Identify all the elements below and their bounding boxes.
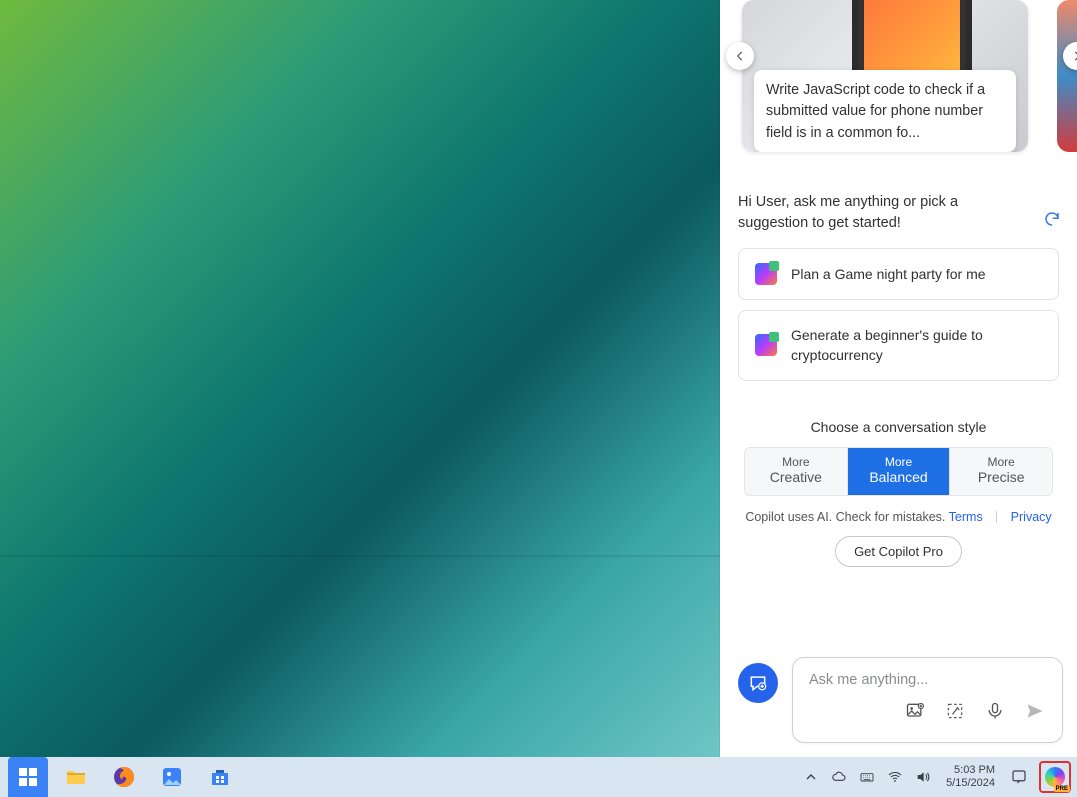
- taskbar-microsoft-store[interactable]: [200, 761, 240, 793]
- suggestion-item-crypto-guide[interactable]: Generate a beginner's guide to cryptocur…: [738, 310, 1059, 381]
- new-topic-button[interactable]: [738, 663, 778, 703]
- chat-input[interactable]: [793, 658, 1062, 692]
- suggestion-label: Generate a beginner's guide to cryptocur…: [791, 325, 1042, 366]
- get-copilot-pro-button[interactable]: Get Copilot Pro: [835, 536, 962, 567]
- refresh-icon: [1043, 210, 1061, 228]
- wifi-icon: [887, 769, 903, 785]
- send-icon: [1025, 701, 1045, 721]
- tray-copilot-button[interactable]: PRE: [1039, 761, 1071, 793]
- refresh-suggestions-button[interactable]: [1041, 208, 1063, 230]
- image-add-icon: [905, 701, 925, 721]
- taskbar-photos[interactable]: [152, 761, 192, 793]
- conversation-style-segmented: More Creative More Balanced More Precise: [744, 447, 1053, 496]
- copilot-panel: Write JavaScript code to check if a subm…: [720, 0, 1077, 757]
- carousel-prev-button[interactable]: [726, 42, 754, 70]
- style-option-balanced[interactable]: More Balanced: [847, 448, 950, 495]
- conversation-style-block: Choose a conversation style More Creativ…: [720, 391, 1077, 496]
- screenshot-icon: [945, 701, 965, 721]
- firefox-icon: [112, 765, 136, 789]
- suggestion-item-game-night[interactable]: Plan a Game night party for me: [738, 248, 1059, 300]
- carousel-card[interactable]: Write JavaScript code to check if a subm…: [742, 0, 1028, 152]
- style-line1: More: [988, 456, 1015, 469]
- suggestion-list: Plan a Game night party for me Generate …: [720, 240, 1077, 391]
- folder-icon: [64, 765, 88, 789]
- greeting-row: Hi User, ask me anything or pick a sugge…: [720, 160, 1077, 240]
- style-line2: Balanced: [869, 469, 927, 486]
- sparkle-icon: [755, 263, 777, 285]
- copilot-footer: Copilot uses AI. Check for mistakes. Ter…: [720, 496, 1077, 567]
- taskbar: 5:03 PM 5/15/2024 PRE: [0, 757, 1077, 797]
- send-button[interactable]: [1018, 694, 1052, 728]
- keyboard-icon: [859, 769, 875, 785]
- style-line1: More: [885, 456, 912, 469]
- style-option-precise[interactable]: More Precise: [949, 448, 1052, 495]
- taskbar-firefox[interactable]: [104, 761, 144, 793]
- tray-volume[interactable]: [912, 757, 934, 797]
- tray-network[interactable]: [884, 757, 906, 797]
- carousel-card-next-peek[interactable]: [1057, 0, 1077, 152]
- chat-plus-icon: [748, 673, 768, 693]
- speech-bubble-icon: [1010, 768, 1028, 786]
- tray-input-indicator[interactable]: [856, 757, 878, 797]
- chevron-right-icon: [1070, 49, 1077, 63]
- chat-tools: [793, 692, 1062, 736]
- windows-icon: [16, 765, 40, 789]
- disclaimer-text: Copilot uses AI. Check for mistakes.: [745, 510, 945, 524]
- conversation-style-label: Choose a conversation style: [744, 419, 1053, 435]
- desktop-wallpaper[interactable]: [0, 0, 720, 757]
- chat-input-row: [720, 647, 1077, 757]
- chat-input-box: [792, 657, 1063, 743]
- style-line2: Precise: [978, 469, 1025, 486]
- tray-date: 5/15/2024: [946, 777, 995, 790]
- screenshot-button[interactable]: [938, 694, 972, 728]
- chevron-left-icon: [733, 49, 747, 63]
- taskbar-start-button[interactable]: [8, 757, 48, 797]
- speaker-icon: [915, 769, 931, 785]
- tray-notifications[interactable]: [1007, 757, 1031, 797]
- tray-time: 5:03 PM: [954, 764, 995, 777]
- suggestion-label: Plan a Game night party for me: [791, 264, 1042, 284]
- copilot-pre-badge: PRE: [1054, 786, 1070, 792]
- system-tray: 5:03 PM 5/15/2024 PRE: [800, 757, 1077, 797]
- chevron-up-icon: [803, 769, 819, 785]
- store-icon: [208, 765, 232, 789]
- style-line1: More: [782, 456, 809, 469]
- carousel-card-text: Write JavaScript code to check if a subm…: [754, 70, 1016, 152]
- privacy-link[interactable]: Privacy: [1011, 510, 1052, 524]
- add-image-button[interactable]: [898, 694, 932, 728]
- tray-clock[interactable]: 5:03 PM 5/15/2024: [940, 764, 1001, 789]
- suggestion-carousel: Write JavaScript code to check if a subm…: [720, 0, 1077, 160]
- terms-link[interactable]: Terms: [949, 510, 983, 524]
- taskbar-pinned-apps: [0, 757, 240, 797]
- microphone-icon: [985, 701, 1005, 721]
- photos-icon: [160, 765, 184, 789]
- tray-onedrive[interactable]: [828, 757, 850, 797]
- cloud-icon: [831, 769, 847, 785]
- copilot-icon: [1045, 767, 1065, 787]
- style-option-creative[interactable]: More Creative: [745, 448, 847, 495]
- greeting-text: Hi User, ask me anything or pick a sugge…: [738, 192, 998, 234]
- taskbar-file-explorer[interactable]: [56, 761, 96, 793]
- style-line2: Creative: [770, 469, 822, 486]
- microphone-button[interactable]: [978, 694, 1012, 728]
- sparkle-icon: [755, 334, 777, 356]
- divider: [996, 511, 997, 523]
- tray-show-hidden[interactable]: [800, 757, 822, 797]
